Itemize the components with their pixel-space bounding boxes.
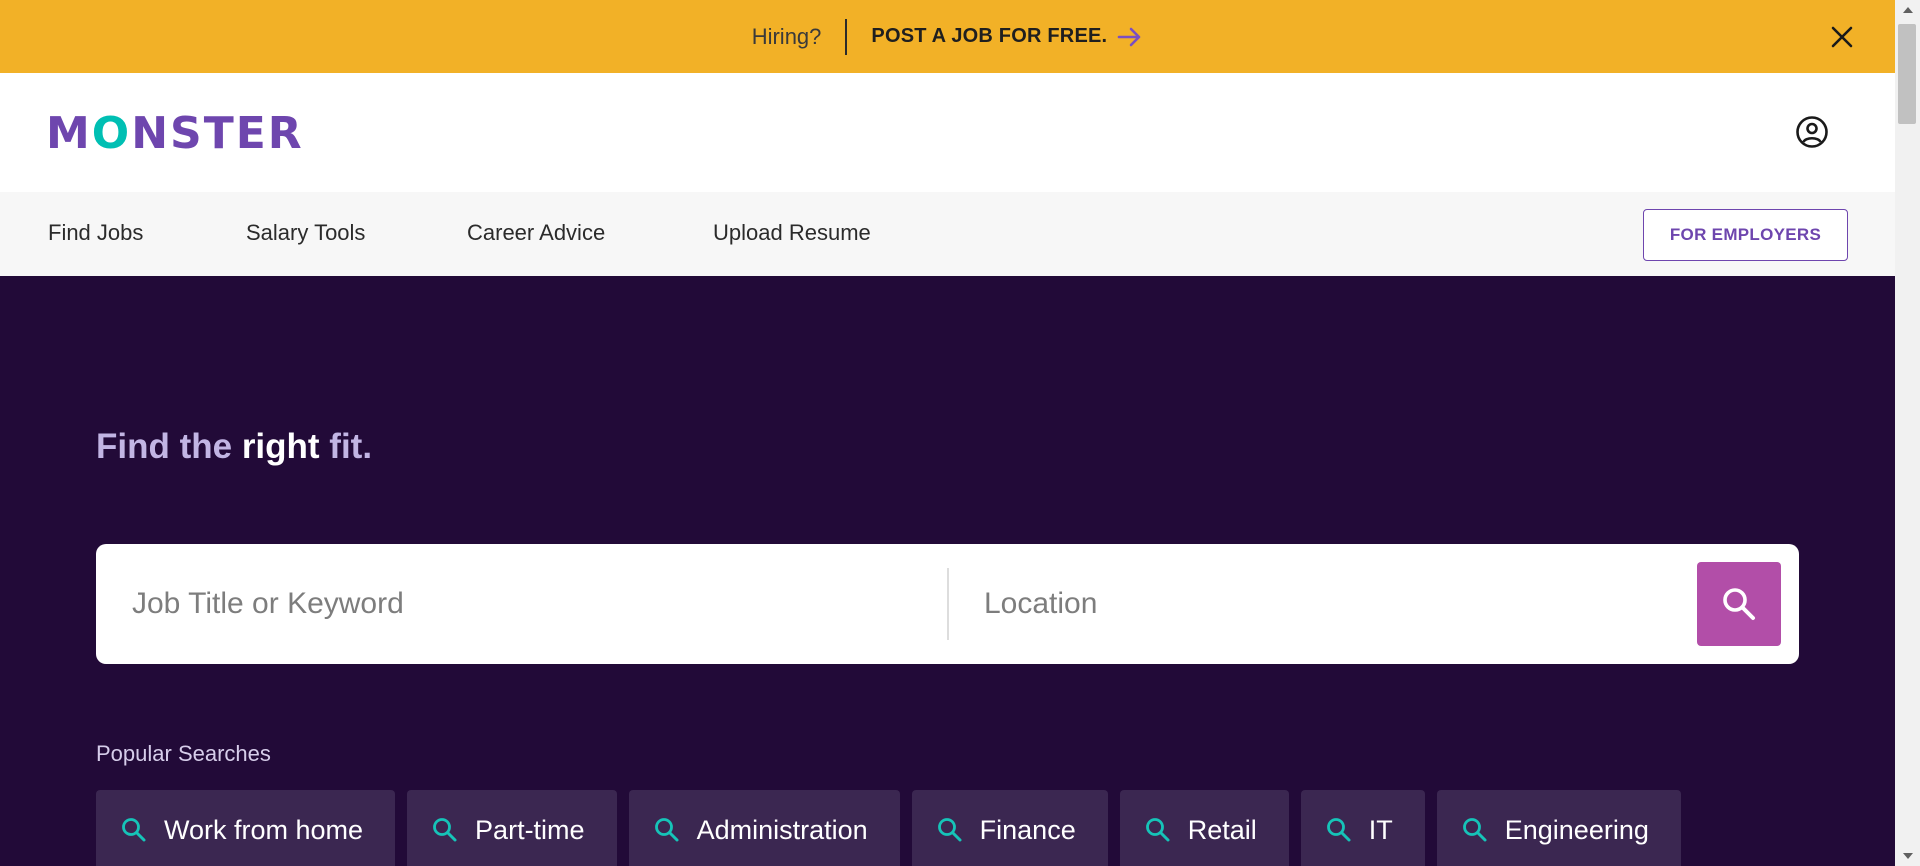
location-field [984, 544, 1744, 664]
hero-title-emphasis: right [241, 427, 320, 466]
popular-search-chip[interactable]: Work from home [96, 790, 396, 866]
for-employers-button[interactable]: FOR EMPLOYERS [1643, 209, 1848, 261]
search-icon [1461, 816, 1489, 844]
page: Hiring? POST A JOB FOR FREE. M O NSTER F… [0, 0, 1895, 866]
post-job-label: POST A JOB FOR FREE. [871, 25, 1108, 47]
hero-title-suffix: fit. [319, 427, 373, 466]
keyword-input[interactable] [132, 587, 912, 621]
nav-item-career-advice[interactable]: Career Advice [467, 220, 605, 246]
nav-item-upload-resume[interactable]: Upload Resume [713, 220, 871, 246]
search-icon [1720, 585, 1758, 623]
chip-label: Part-time [475, 814, 585, 845]
logo-text-end: NSTER [131, 108, 304, 159]
promo-banner: Hiring? POST A JOB FOR FREE. [0, 0, 1895, 73]
nav-item-find-jobs[interactable]: Find Jobs [48, 220, 143, 246]
chip-label: Administration [696, 814, 868, 845]
logo-text-start: M [46, 108, 92, 159]
search-icon [120, 816, 148, 844]
promo-hiring-text: Hiring? [751, 23, 822, 49]
page-scrollbar[interactable] [1895, 0, 1920, 866]
search-button[interactable] [1697, 562, 1781, 646]
popular-searches-label: Popular Searches [96, 741, 271, 766]
search-icon [936, 816, 964, 844]
site-header: M O NSTER [0, 73, 1895, 192]
popular-search-chip[interactable]: Retail [1119, 790, 1289, 866]
post-job-link[interactable]: POST A JOB FOR FREE. [847, 25, 1143, 48]
popular-search-chip[interactable]: Administration [628, 790, 900, 866]
hero-section: Find the right fit. Popular Searches [0, 276, 1895, 866]
hero-title-prefix: Find the [96, 427, 242, 466]
arrow-right-icon [1117, 26, 1143, 48]
search-icon [1325, 816, 1353, 844]
popular-search-chip[interactable]: IT [1300, 790, 1425, 866]
chip-label: Finance [979, 814, 1076, 845]
search-icon [653, 816, 681, 844]
scroll-up-arrow-icon[interactable] [1895, 0, 1920, 20]
monster-logo[interactable]: M O NSTER [46, 108, 304, 159]
job-search-form [96, 544, 1799, 664]
popular-searches-list: Work from home Part-time Administration … [96, 790, 1681, 866]
close-icon[interactable] [1827, 22, 1857, 52]
search-icon [431, 816, 459, 844]
logo-text-o: O [91, 108, 132, 159]
chip-label: Work from home [164, 814, 364, 845]
scrollbar-thumb[interactable] [1898, 24, 1916, 124]
chip-label: Engineering [1504, 814, 1649, 845]
main-nav: Find Jobs Salary Tools Career Advice Upl… [0, 192, 1895, 276]
search-icon [1144, 816, 1172, 844]
popular-search-chip[interactable]: Part-time [407, 790, 617, 866]
nav-item-salary-tools[interactable]: Salary Tools [246, 220, 365, 246]
account-circle-icon[interactable] [1795, 115, 1829, 149]
chip-label: Retail [1187, 814, 1257, 845]
location-input[interactable] [984, 587, 1744, 621]
chip-label: IT [1368, 814, 1393, 845]
keyword-field [132, 544, 912, 664]
popular-search-chip[interactable]: Finance [911, 790, 1108, 866]
popular-search-chip[interactable]: Engineering [1436, 790, 1681, 866]
promo-content: Hiring? POST A JOB FOR FREE. [751, 18, 1144, 55]
search-divider [947, 568, 949, 640]
hero-title: Find the right fit. [96, 427, 372, 467]
scroll-down-arrow-icon[interactable] [1895, 846, 1920, 866]
